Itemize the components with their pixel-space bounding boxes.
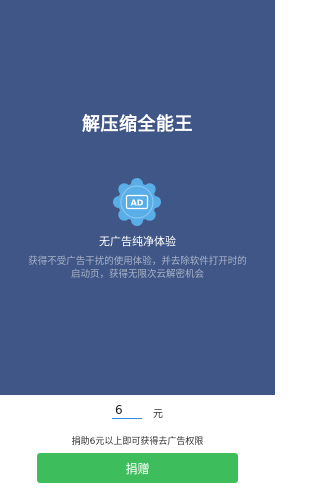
currency-unit: 元 xyxy=(153,409,163,420)
feature-description: 获得不受广告干扰的使用体验，并去除软件打开时的启动页，获得无限次云解密机会 xyxy=(28,256,247,280)
header-panel: 解压缩全能王 AD 无广告纯净体验 获得不受广告干扰的使用体验，并去除软件打开时… xyxy=(0,0,275,395)
donate-button[interactable]: 捐赠 xyxy=(37,453,238,483)
ad-badge-label: AD xyxy=(131,198,144,207)
app-title: 解压缩全能王 xyxy=(82,114,193,135)
donate-screen: 解压缩全能王 AD 无广告纯净体验 获得不受广告干扰的使用体验，并去除软件打开时… xyxy=(0,0,275,500)
ad-badge-icon: AD xyxy=(112,177,162,227)
donation-amount-input[interactable] xyxy=(112,402,142,419)
feature-title: 无广告纯净体验 xyxy=(99,235,176,248)
donation-hint: 捐助6元以上即可获得去广告权限 xyxy=(71,437,204,447)
